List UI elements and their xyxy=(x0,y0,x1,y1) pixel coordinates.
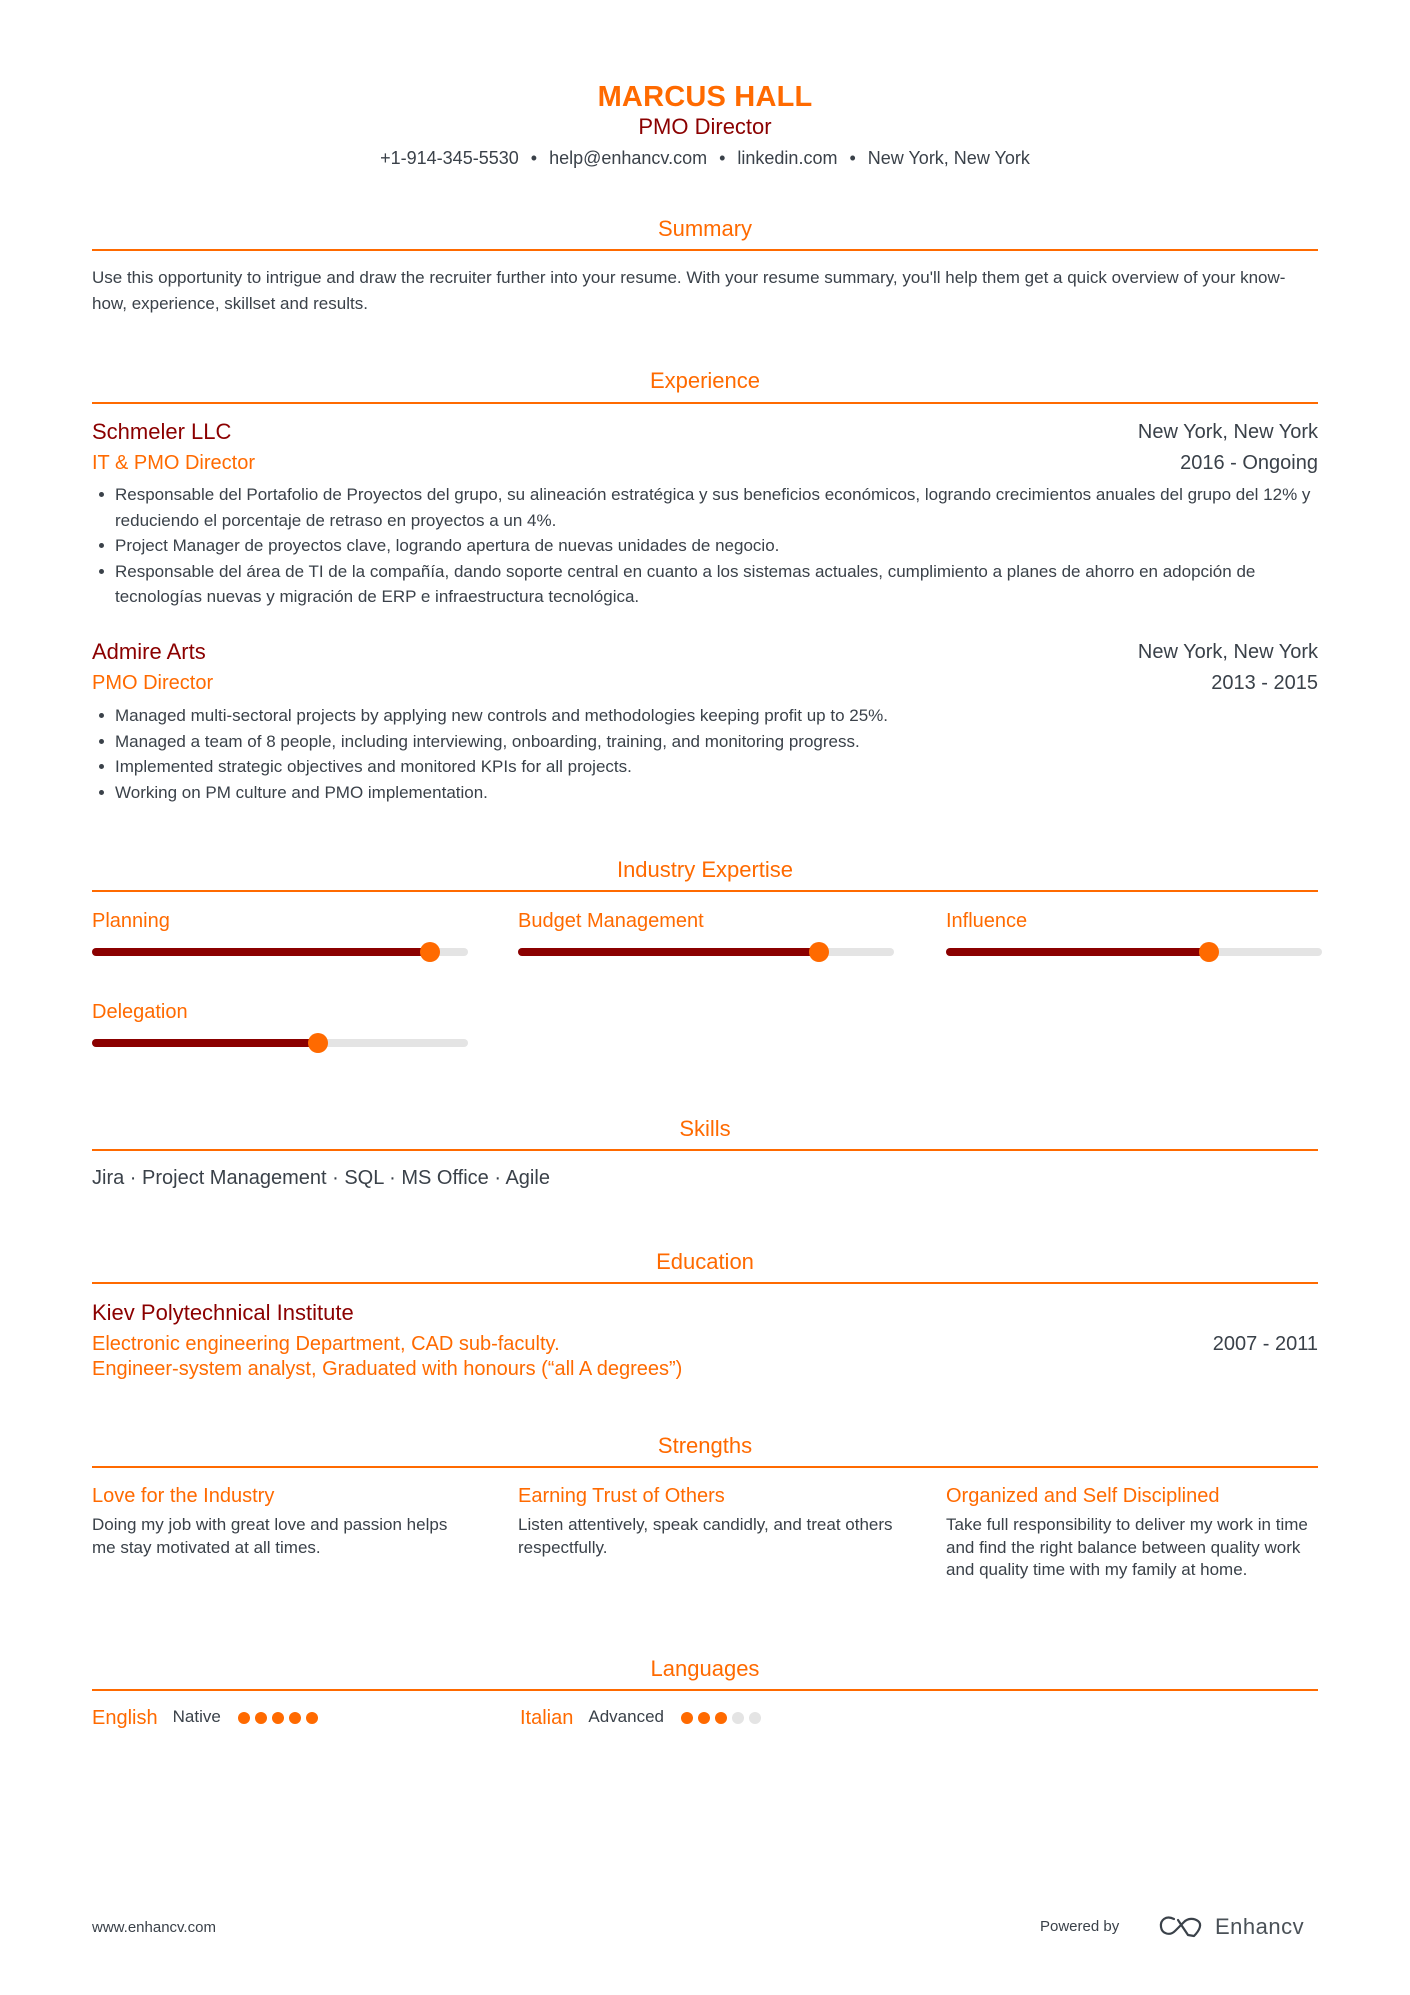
expertise-bar-knob xyxy=(307,1033,328,1053)
strength-item: Organized and Self Disciplined Take full… xyxy=(946,1484,1326,1582)
bullet-item: Managed a team of 8 people, including in… xyxy=(92,729,1320,755)
contact-line: +1-914-345-5530 • help@enhancv.com • linkedi… xyxy=(92,146,1318,170)
linkedin-link[interactable]: linkedin.com xyxy=(737,148,837,168)
separator-dot: • xyxy=(849,148,856,168)
bullet-item: Project Manager de proyectos clave, logr… xyxy=(92,533,1320,559)
education-department: Electronic engineering Department, CAD s… xyxy=(92,1333,560,1355)
rating-dot-filled xyxy=(254,1712,267,1724)
section-divider xyxy=(92,249,1318,251)
rating-dot-empty xyxy=(732,1712,744,1724)
section-heading-skills: Skills xyxy=(679,1116,731,1141)
job-role: IT & PMO Director xyxy=(92,452,255,474)
expertise-bar-fill xyxy=(518,948,819,956)
section-divider xyxy=(92,1466,1318,1468)
language-rating xyxy=(681,1712,761,1724)
bullet-item: Implemented strategic objectives and mon… xyxy=(92,754,1320,780)
bullet-item: Managed multi-sectoral projects by apply… xyxy=(92,703,1320,729)
footer-website[interactable]: www.enhancv.com xyxy=(92,1918,216,1938)
expertise-bar-fill xyxy=(92,948,431,956)
skills-list: Jira · Project Management · SQL · MS Off… xyxy=(92,1167,550,1189)
separator-dot: • xyxy=(719,148,726,168)
strength-item: Earning Trust of Others Listen attentive… xyxy=(518,1484,898,1559)
phone[interactable]: +1-914-345-5530 xyxy=(380,148,519,168)
job-bullets: Managed multi-sectoral projects by apply… xyxy=(92,703,1320,805)
strength-title: Love for the Industry xyxy=(92,1485,275,1507)
section-heading-summary: Summary xyxy=(657,216,753,241)
company-name: Admire Arts xyxy=(92,639,206,664)
education-dates: 2007 - 2011 xyxy=(1212,1333,1318,1355)
expertise-bar-fill xyxy=(92,1039,318,1047)
expertise-bar-knob xyxy=(808,942,829,962)
language-rating xyxy=(237,1712,318,1724)
rating-dot-filled xyxy=(698,1712,710,1724)
separator-dot: • xyxy=(530,148,538,168)
rating-dot-filled xyxy=(715,1712,727,1724)
section-heading-education: Education xyxy=(656,1249,754,1274)
job-dates: 2013 - 2015 xyxy=(1211,672,1318,694)
expertise-item: Planning xyxy=(92,909,468,962)
summary-text: Use this opportunity to intrigue and dra… xyxy=(92,268,1286,313)
section-divider xyxy=(92,1689,1318,1691)
rating-dot-filled xyxy=(271,1712,284,1724)
expertise-bar xyxy=(92,1033,468,1053)
section-divider xyxy=(92,402,1318,404)
expertise-label: Budget Management xyxy=(518,910,704,932)
expertise-label: Influence xyxy=(946,910,1028,932)
rating-dot-filled xyxy=(288,1712,301,1724)
candidate-name: MARCUS HALL xyxy=(597,81,813,113)
job-location: New York, New York xyxy=(1137,421,1318,443)
language-level: Native xyxy=(172,1707,221,1726)
language-level: Advanced xyxy=(588,1707,664,1726)
enhancv-logo-icon xyxy=(1158,1914,1204,1940)
section-heading-strengths: Strengths xyxy=(657,1433,753,1458)
expertise-bar-knob xyxy=(420,942,441,962)
job-dates: 2016 - Ongoing xyxy=(1180,452,1318,474)
language-name: English xyxy=(92,1707,158,1729)
language-item: Italian Advanced xyxy=(520,1706,761,1730)
job-role: PMO Director xyxy=(92,672,214,694)
language-item: English Native xyxy=(92,1706,318,1730)
section-divider xyxy=(92,890,1318,892)
strength-title: Earning Trust of Others xyxy=(518,1485,725,1507)
strength-description: Take full responsibility to deliver my w… xyxy=(946,1515,1308,1579)
section-heading-languages: Languages xyxy=(650,1656,760,1681)
rating-dot-filled xyxy=(305,1712,318,1724)
expertise-label: Delegation xyxy=(92,1001,188,1023)
rating-dot-filled xyxy=(237,1712,250,1724)
bullet-item: Responsable del área de TI de la compañí… xyxy=(92,559,1320,610)
expertise-item: Budget Management xyxy=(518,909,894,962)
section-heading-expertise: Industry Expertise xyxy=(616,857,794,882)
expertise-bar-fill xyxy=(946,948,1210,956)
strength-title: Organized and Self Disciplined xyxy=(946,1485,1220,1507)
job-bullets: Responsable del Portafolio de Proyectos … xyxy=(92,482,1320,610)
bullet-item: Responsable del Portafolio de Proyectos … xyxy=(92,482,1320,533)
expertise-bar xyxy=(518,942,894,962)
education-degree: Engineer-system analyst, Graduated with … xyxy=(92,1358,683,1380)
enhancv-brand: Enhancv xyxy=(1215,1914,1305,1939)
section-heading-experience: Experience xyxy=(649,368,761,393)
expertise-label: Planning xyxy=(92,910,170,932)
bullet-item: Working on PM culture and PMO implementa… xyxy=(92,780,1320,806)
expertise-item: Influence xyxy=(946,909,1322,962)
section-divider xyxy=(92,1282,1318,1284)
candidate-title: PMO Director xyxy=(638,114,772,139)
expertise-bar xyxy=(946,942,1322,962)
strength-item: Love for the Industry Doing my job with … xyxy=(92,1484,472,1559)
expertise-bar xyxy=(92,942,468,962)
rating-dot-filled xyxy=(681,1712,693,1724)
powered-by-label: Powered by xyxy=(1040,1918,1120,1935)
email[interactable]: help@enhancv.com xyxy=(549,148,707,168)
expertise-item: Delegation xyxy=(92,1000,468,1053)
job-location: New York, New York xyxy=(1137,641,1318,663)
company-name: Schmeler LLC xyxy=(92,419,232,444)
strength-description: Doing my job with great love and passion… xyxy=(92,1515,448,1557)
school-name: Kiev Polytechnical Institute xyxy=(92,1300,354,1325)
language-name: Italian xyxy=(520,1707,574,1729)
expertise-bar-knob xyxy=(1199,942,1220,962)
section-divider xyxy=(92,1149,1318,1151)
location: New York, New York xyxy=(867,148,1030,168)
strength-description: Listen attentively, speak candidly, and … xyxy=(518,1515,893,1557)
rating-dot-empty xyxy=(749,1712,761,1724)
